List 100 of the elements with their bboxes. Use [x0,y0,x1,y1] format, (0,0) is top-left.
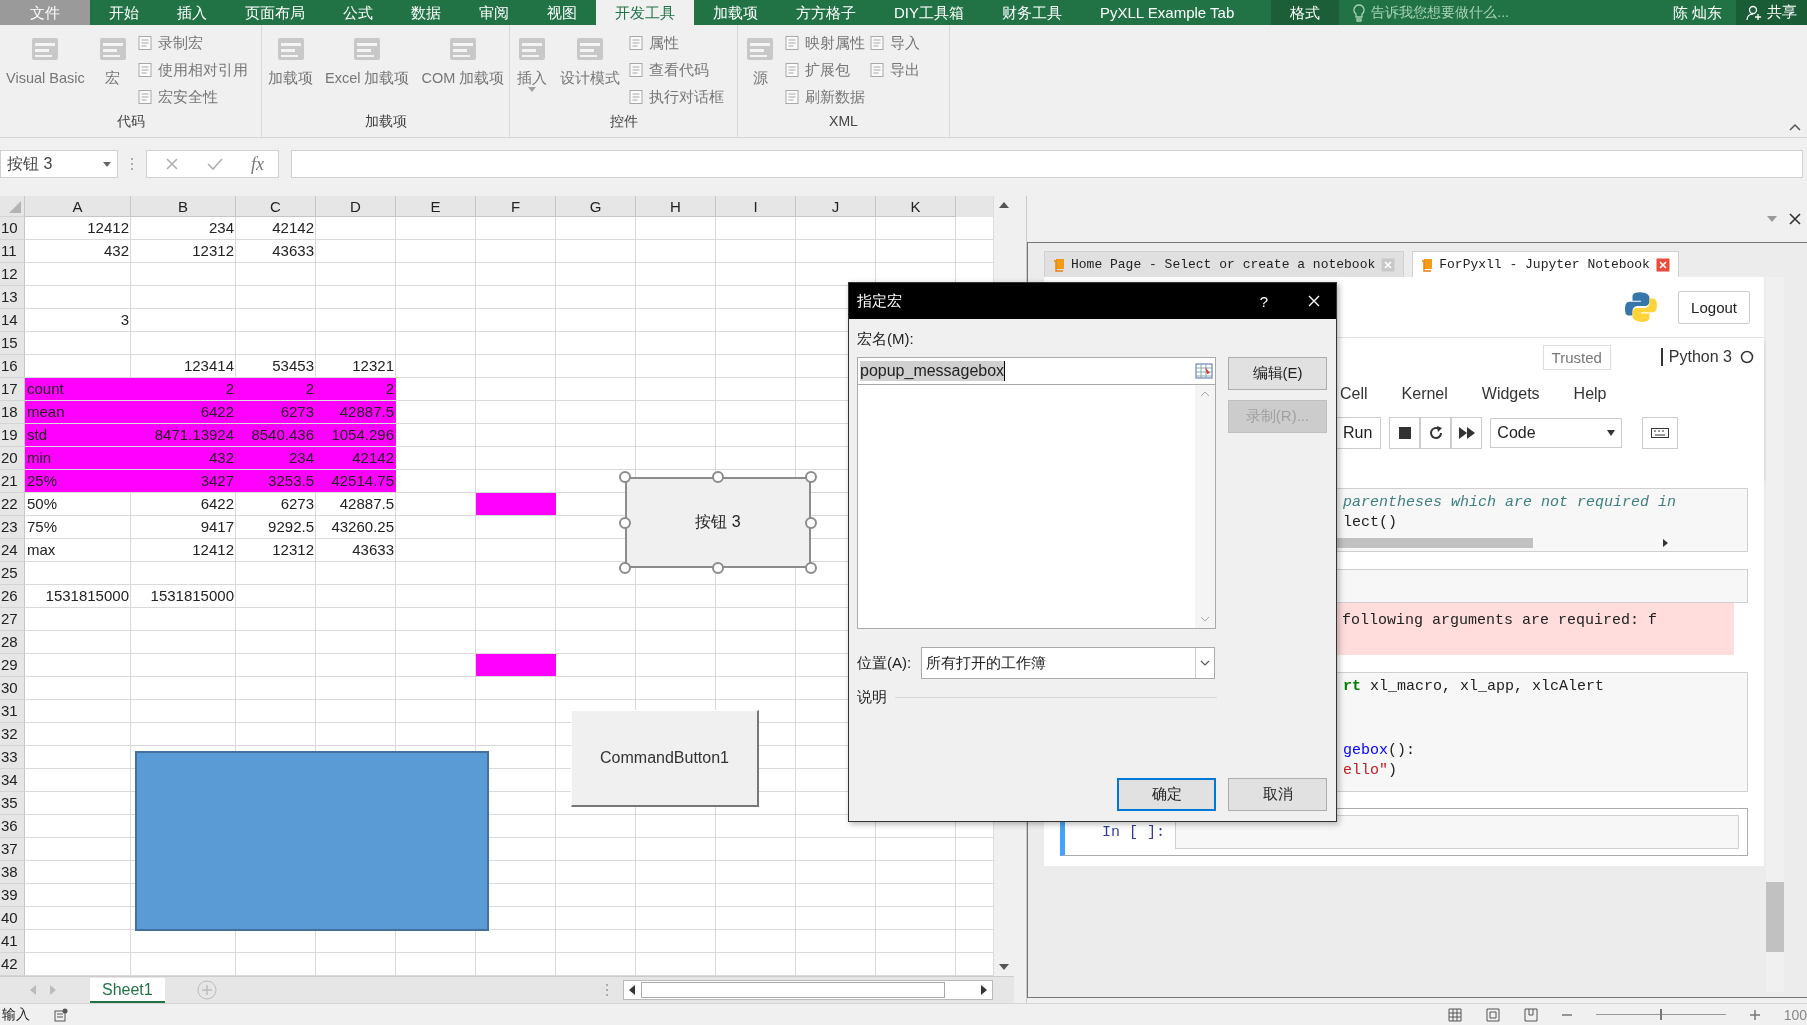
scrollbar-thumb[interactable] [1766,882,1784,952]
ribbon-tab[interactable]: 方方格子 [777,0,875,25]
ribbon-button[interactable]: 属性 [628,31,724,55]
normal-view-icon[interactable] [1447,1007,1462,1022]
ribbon-button[interactable]: 导入 [869,31,920,55]
close-icon[interactable] [1789,213,1801,225]
restart-button[interactable] [1420,417,1452,449]
page-layout-icon[interactable] [1485,1007,1500,1022]
ribbon-button[interactable]: 宏安全性 [136,85,248,109]
ribbon-tab[interactable]: 加载项 [694,0,777,25]
row-header[interactable]: 34 [0,769,25,792]
ribbon-button[interactable]: 导出 [869,58,920,82]
row-header[interactable]: 29 [0,654,25,677]
browser-tab[interactable]: Home Page - Select or create a notebook [1044,251,1405,277]
row-header[interactable]: 42 [0,953,25,976]
row-header[interactable]: 18 [0,401,25,424]
row-header[interactable]: 32 [0,723,25,746]
run-button[interactable]: Run [1334,417,1382,449]
sheet-tab[interactable]: Sheet1 [90,977,165,1003]
ribbon-tab[interactable]: 视图 [528,0,596,25]
ribbon-tab[interactable]: 页面布局 [226,0,324,25]
menu-item[interactable]: Kernel [1401,385,1448,403]
ribbon-button[interactable]: 加载项 [264,29,317,113]
name-box[interactable]: 按钮 3 [0,150,118,178]
trusted-badge[interactable]: Trusted [1542,344,1611,370]
ribbon-button[interactable]: COM 加载项 [417,29,509,113]
logout-button[interactable]: Logout [1678,290,1750,324]
row-header[interactable]: 36 [0,815,25,838]
ribbon-button[interactable]: Visual Basic [2,29,89,113]
row-header[interactable]: 17 [0,378,25,401]
ribbon-tab[interactable]: 开发工具 [596,0,694,25]
keyboard-button[interactable] [1642,417,1679,449]
dialog-button[interactable]: 编辑(E) [1228,357,1327,390]
ribbon-tab[interactable]: 数据 [392,0,460,25]
scroll-right-icon[interactable] [981,985,987,995]
row-header[interactable]: 40 [0,907,25,930]
caret-icon[interactable] [1767,216,1777,222]
ribbon-tab[interactable]: 审阅 [460,0,528,25]
scroll-up-icon[interactable] [999,202,1009,208]
ribbon-button[interactable]: 映射属性 [784,31,865,55]
row-header[interactable]: 15 [0,332,25,355]
page-break-icon[interactable] [1523,1007,1538,1022]
ribbon-button[interactable]: 源 [740,29,780,113]
help-button[interactable]: ? [1259,292,1268,310]
cancel-icon[interactable] [165,157,179,171]
menu-item[interactable]: Widgets [1481,385,1540,403]
row-header[interactable]: 39 [0,884,25,907]
drag-handle-icon[interactable] [605,983,609,997]
command-button[interactable]: CommandButton1 [571,710,759,807]
scroll-right-icon[interactable] [1663,539,1668,547]
ribbon-button[interactable]: 刷新数据 [784,85,865,109]
ribbon-tab[interactable]: 开始 [90,0,158,25]
ribbon-button[interactable]: 查看代码 [628,58,724,82]
grid-icon[interactable] [1195,362,1213,380]
row-header[interactable]: 27 [0,608,25,631]
ribbon-button[interactable]: 扩展包 [784,58,865,82]
user-name[interactable]: 陈 灿东 [1658,0,1736,25]
row-header[interactable]: 10 [0,217,25,240]
formula-field[interactable] [291,150,1803,178]
row-header[interactable]: 26 [0,585,25,608]
row-header[interactable]: 19 [0,424,25,447]
ribbon-button[interactable]: 宏 [92,29,133,113]
row-header[interactable]: 24 [0,539,25,562]
scroll-left-icon[interactable] [629,985,635,995]
row-header[interactable]: 21 [0,470,25,493]
run-all-button[interactable] [1451,417,1483,449]
row-header[interactable]: 16 [0,355,25,378]
ribbon-button[interactable]: 插入 [512,29,552,113]
row-header[interactable]: 13 [0,286,25,309]
cell-type-dropdown[interactable]: Code [1490,418,1623,448]
tell-me-field[interactable]: 告诉我您想要做什么... [1339,0,1523,25]
dialog-button[interactable]: 确定 [1117,778,1216,811]
row-header[interactable]: 37 [0,838,25,861]
scroll-down-icon[interactable] [999,964,1009,970]
macro-name-field[interactable]: popup_messagebox [857,357,1216,385]
row-header[interactable]: 22 [0,493,25,516]
row-header[interactable]: 14 [0,309,25,332]
check-icon[interactable] [207,157,223,171]
ribbon-tab[interactable]: 财务工具 [983,0,1081,25]
zoom-in-icon[interactable] [1749,1009,1760,1020]
menu-item[interactable]: Cell [1340,385,1368,403]
dialog-button[interactable]: 取消 [1228,778,1327,811]
row-header[interactable]: 12 [0,263,25,286]
form-button[interactable]: 按钮 3 [625,477,811,568]
row-header[interactable]: 25 [0,562,25,585]
row-header[interactable]: 23 [0,516,25,539]
ribbon-button[interactable]: 使用相对引用 [136,58,248,82]
ribbon-tab[interactable]: 公式 [324,0,392,25]
row-header[interactable]: 11 [0,240,25,263]
row-header[interactable]: 30 [0,677,25,700]
ribbon-button[interactable]: Excel 加载项 [321,29,414,113]
share-button[interactable]: 共享 [1736,0,1807,25]
row-header[interactable]: 38 [0,861,25,884]
code-input[interactable] [1175,815,1739,849]
ribbon-tab[interactable]: PyXLL Example Tab [1081,0,1254,25]
stop-button[interactable] [1389,417,1421,449]
menu-item[interactable]: Help [1573,385,1607,403]
row-header[interactable]: 41 [0,930,25,953]
browser-tab[interactable]: ForPyxll - Jupyter Notebook [1412,251,1679,277]
row-header[interactable]: 20 [0,447,25,470]
